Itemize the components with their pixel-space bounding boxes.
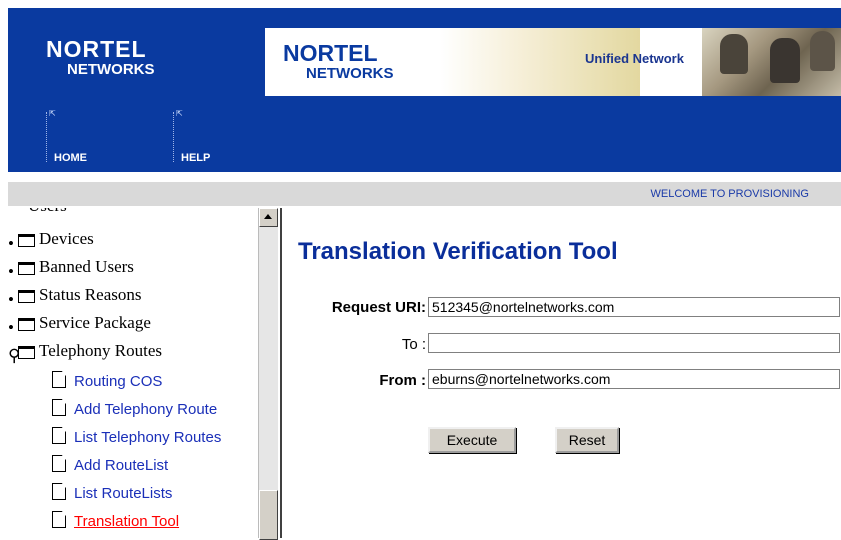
welcome-text: WELCOME TO PROVISIONING <box>650 188 809 200</box>
frame-divider[interactable] <box>280 208 287 538</box>
expand-icon[interactable]: • <box>8 262 16 281</box>
tree-item-label: List Telephony Routes <box>74 429 222 446</box>
document-icon <box>52 427 66 444</box>
request-uri-input[interactable]: 512345@nortelnetworks.com <box>428 297 840 317</box>
logo-line1: NORTEL <box>46 36 147 62</box>
tree-folder-label: Telephony Routes <box>39 341 162 360</box>
nav-help-link[interactable]: HELP <box>181 152 210 164</box>
tree-folder-label: Service Package <box>39 313 151 332</box>
scroll-up-button[interactable] <box>259 208 278 227</box>
folder-icon <box>18 289 35 303</box>
tree-folder-label: Status Reasons <box>39 285 142 304</box>
tree-folder-banned-users[interactable]: • Banned Users <box>8 257 134 283</box>
tree-item-label: Add RouteList <box>74 457 169 474</box>
banner-tagline: Unified Network <box>585 51 684 66</box>
sidebar-tree: Users • Devices • Banned Users • Status Rea… <box>8 208 280 538</box>
folder-icon <box>18 233 35 247</box>
execute-button[interactable]: Execute <box>428 427 516 453</box>
reset-button[interactable]: Reset <box>555 427 619 453</box>
folder-icon <box>18 317 35 331</box>
folder-icon <box>18 261 35 275</box>
document-icon <box>52 371 66 388</box>
header-spacer <box>8 172 841 180</box>
tree-folder-devices[interactable]: • Devices <box>8 229 94 255</box>
nav-separator <box>173 112 175 162</box>
main-content: Translation Verification Tool Request UR… <box>287 208 841 538</box>
document-icon <box>52 483 66 500</box>
window-edge-top <box>0 0 841 8</box>
document-icon <box>52 399 66 416</box>
banner-logo-line2: NETWORKS <box>306 65 394 82</box>
tree-item-list-routelists[interactable]: List RouteLists <box>52 483 172 509</box>
unified-network-banner: NORTEL NETWORKS Unified Network <box>265 28 841 96</box>
banner-person-icon <box>810 31 835 71</box>
nav-home-link[interactable]: HOME <box>54 152 87 164</box>
banner-logo-line1: NORTEL <box>283 40 378 66</box>
sidebar-scrollbar[interactable] <box>258 208 278 540</box>
tree-folder-label: Banned Users <box>39 257 134 276</box>
tree-item-add-routelist[interactable]: Add RouteList <box>52 455 168 481</box>
header-bar: NORTEL NETWORKS NORTEL NETWORKS Unified … <box>8 8 841 172</box>
document-icon <box>52 455 66 472</box>
tree-item-label: List RouteLists <box>74 485 173 502</box>
logo-line2: NETWORKS <box>67 61 155 78</box>
tree-item-add-telephony-route[interactable]: Add Telephony Route <box>52 399 217 425</box>
to-label: To : <box>401 336 426 353</box>
from-input[interactable]: eburns@nortelnetworks.com <box>428 369 840 389</box>
tree-item-label: Add Telephony Route <box>74 401 218 418</box>
nav-arrow-icon: ⇱ <box>176 109 183 118</box>
tree-folder-label: Devices <box>39 229 94 248</box>
from-label: From : <box>379 372 426 389</box>
nav-separator <box>46 112 48 162</box>
tree-folder-telephony-routes[interactable]: ⚲ Telephony Routes <box>8 341 162 367</box>
expand-icon[interactable]: • <box>8 290 16 309</box>
scroll-thumb[interactable] <box>259 490 278 540</box>
tree-item-label: Routing COS <box>74 373 163 390</box>
scroll-up-arrow-icon <box>264 214 272 219</box>
tree-item-translation-tool[interactable]: Translation Tool <box>52 511 179 537</box>
collapse-icon[interactable]: ⚲ <box>8 346 20 365</box>
nav-arrow-icon: ⇱ <box>49 109 56 118</box>
window-edge-left <box>0 0 8 538</box>
tree-item-label: Translation Tool <box>74 513 180 530</box>
folder-open-icon <box>18 345 35 359</box>
tree-item-routing-cos[interactable]: Routing COS <box>52 371 162 397</box>
tree-folder-status-reasons[interactable]: • Status Reasons <box>8 285 141 311</box>
expand-icon[interactable]: • <box>8 318 16 337</box>
banner-person-icon <box>720 34 748 74</box>
page-title: Translation Verification Tool <box>298 238 618 265</box>
nortel-logo[interactable]: NORTEL NETWORKS <box>46 36 155 78</box>
request-uri-label: Request URI: <box>331 299 426 316</box>
to-input[interactable] <box>428 333 840 353</box>
tree-folder-service-package[interactable]: • Service Package <box>8 313 151 339</box>
banner-person-icon <box>770 38 800 83</box>
welcome-bar: WELCOME TO PROVISIONING <box>8 182 841 206</box>
tree-item-list-telephony-routes[interactable]: List Telephony Routes <box>52 427 221 453</box>
document-icon <box>52 511 66 528</box>
tree-item-users-partial[interactable]: Users <box>28 208 67 222</box>
expand-icon[interactable]: • <box>8 234 16 253</box>
